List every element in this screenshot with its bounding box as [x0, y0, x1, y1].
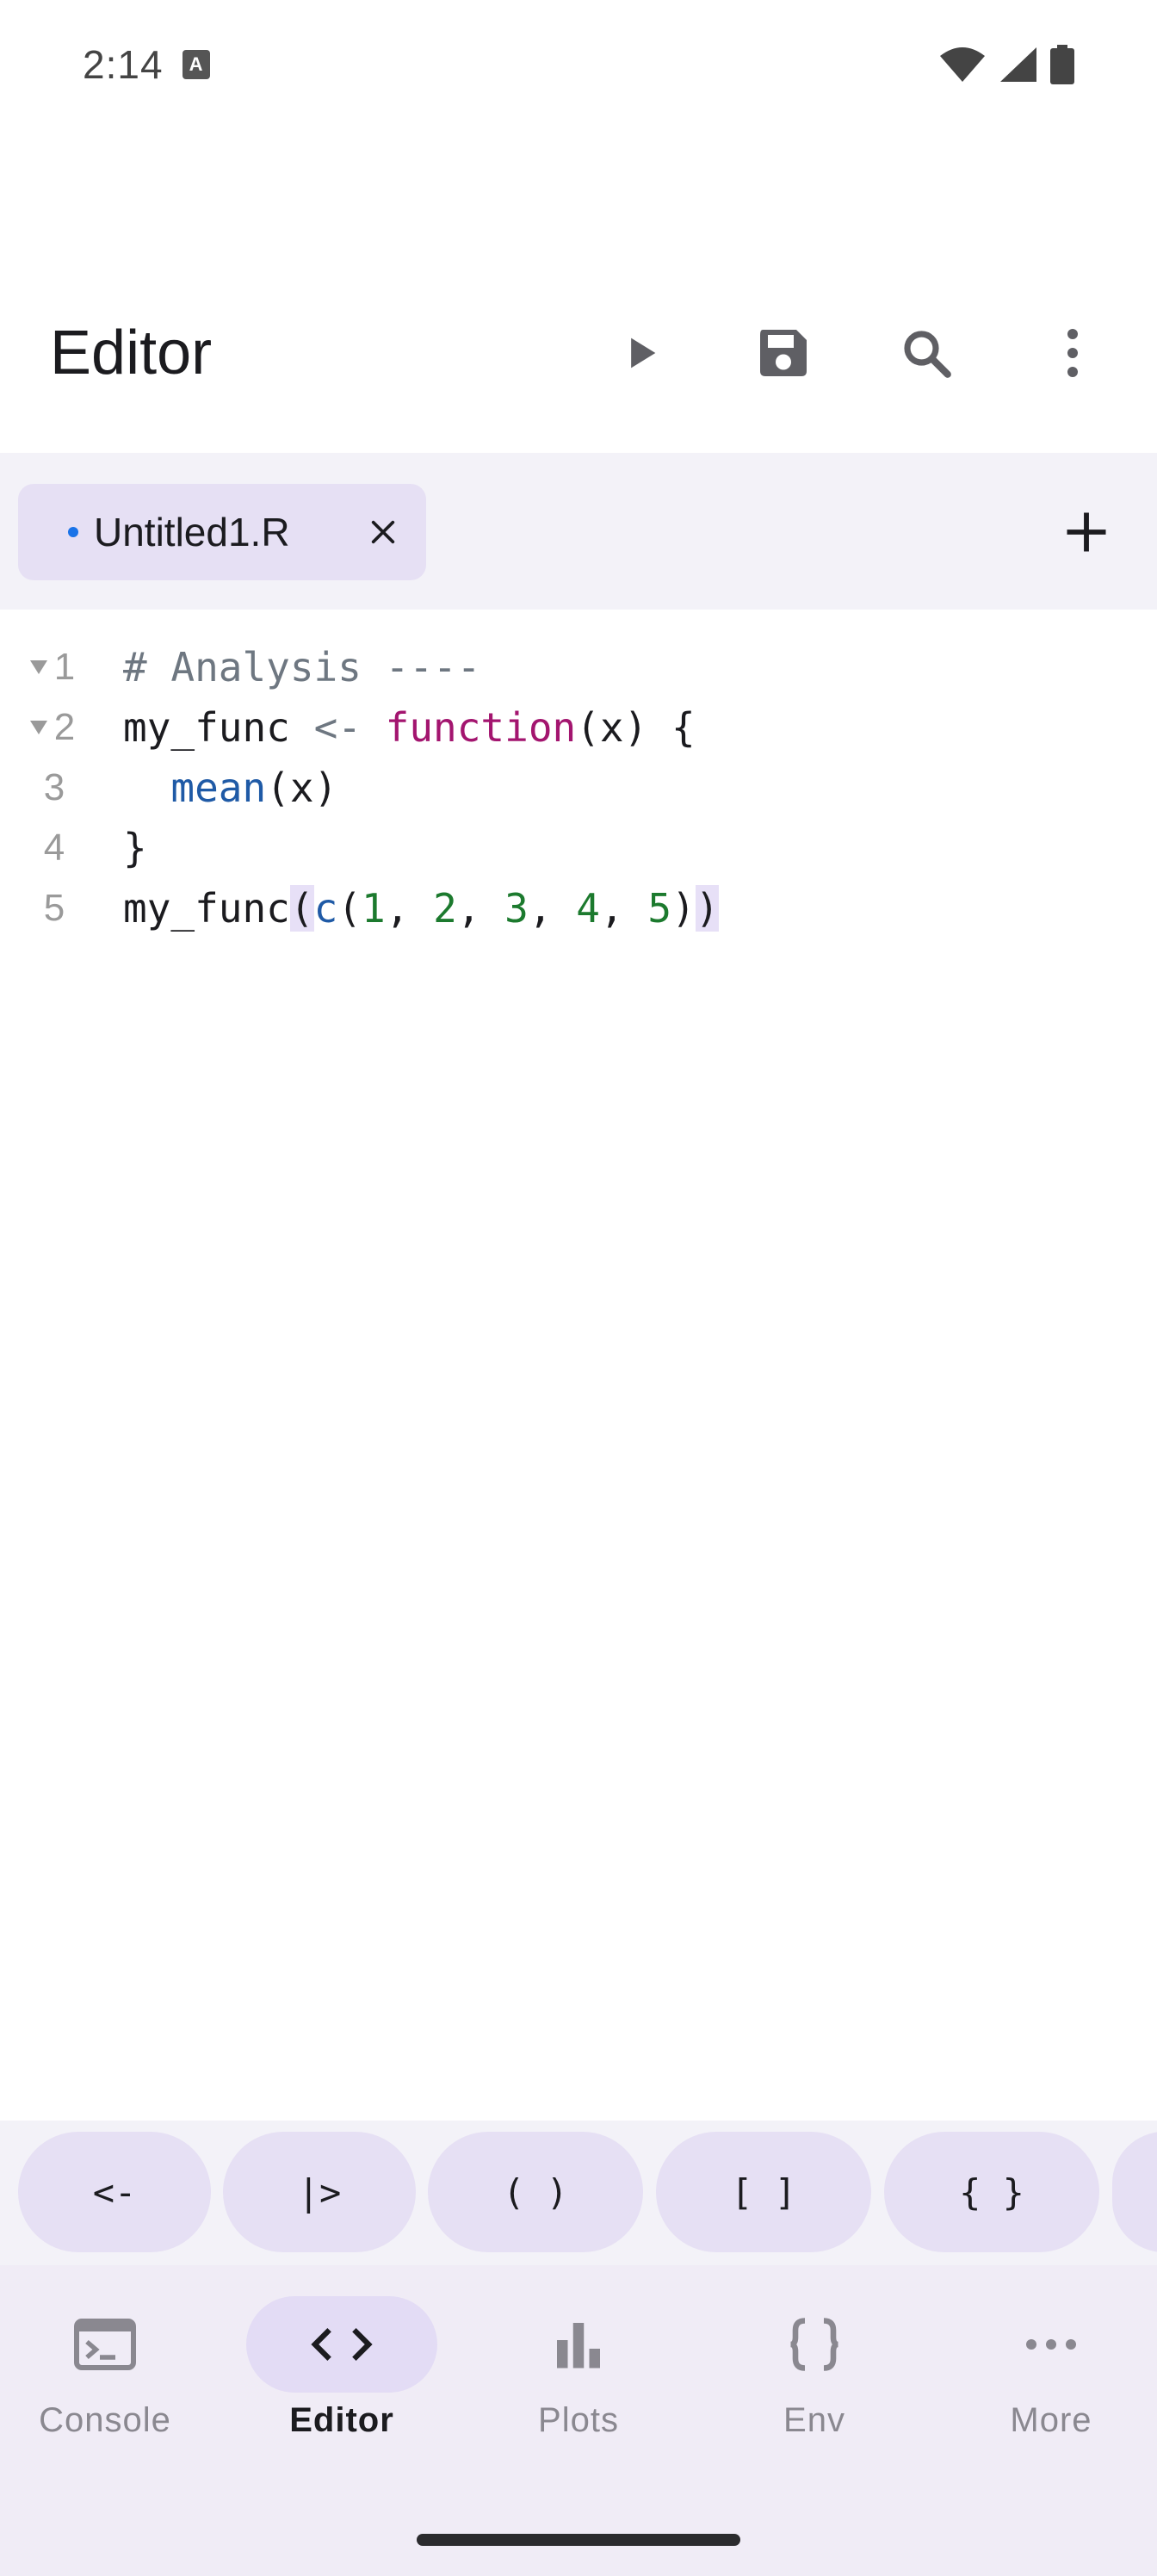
signal-icon: [1000, 47, 1036, 82]
nav-console[interactable]: Console: [10, 2296, 200, 2468]
more-options-button[interactable]: [1038, 319, 1107, 387]
nav-editor[interactable]: Editor: [246, 2296, 437, 2468]
status-time: 2:14: [83, 42, 164, 87]
code-icon: [311, 2327, 373, 2362]
more-vert-icon: [1067, 329, 1078, 377]
nav-pill: [956, 2296, 1147, 2393]
save-icon: [760, 330, 807, 376]
code-line: 1 # Analysis ----: [0, 637, 1157, 697]
file-tab-strip: Untitled1.R: [0, 453, 1157, 610]
bottom-navigation: Console Editor Plots Env More: [0, 2265, 1157, 2576]
code-line: 4 }: [0, 818, 1157, 878]
save-button[interactable]: [749, 319, 818, 387]
insert-pipe-button[interactable]: |>: [223, 2132, 416, 2252]
keyboard-a-icon: A: [182, 50, 210, 79]
app-bar: Editor: [0, 284, 1157, 422]
code-text: my_func(c(1, 2, 3, 4, 5)): [123, 885, 720, 932]
run-icon: [631, 337, 656, 368]
braces-icon: [790, 2318, 838, 2371]
code-text: my_func <- function(x) {: [123, 704, 696, 751]
status-left: 2:14 A: [83, 41, 210, 88]
plus-icon: [1067, 512, 1106, 552]
bar-chart-icon: [557, 2323, 600, 2369]
symbol-chip-overflow[interactable]: [1112, 2132, 1157, 2252]
file-tab-label: Untitled1.R: [94, 510, 290, 554]
line-number: 1: [53, 646, 76, 688]
nav-label: Editor: [289, 2401, 394, 2439]
nav-pill: [719, 2296, 910, 2393]
code-text: }: [123, 825, 147, 871]
gutter: 2: [0, 697, 103, 758]
insert-assign-button[interactable]: <-: [18, 2132, 211, 2252]
status-icons: [938, 45, 1074, 84]
wifi-icon: [940, 47, 985, 82]
battery-icon: [1050, 45, 1074, 84]
code-editor[interactable]: 1 # Analysis ---- 2 my_func <- function(…: [0, 610, 1157, 2121]
insert-braces-button[interactable]: { }: [884, 2132, 1099, 2252]
symbol-bar: <- |> ( ) [ ] { }: [0, 2121, 1157, 2265]
nav-label: More: [1010, 2401, 1092, 2439]
code-line: 5 my_func(c(1, 2, 3, 4, 5)): [0, 878, 1157, 938]
line-number: 5: [43, 887, 65, 929]
home-indicator[interactable]: [417, 2534, 740, 2546]
line-number: 2: [53, 706, 76, 748]
code-text: # Analysis ----: [123, 644, 481, 690]
nav-label: Plots: [538, 2401, 619, 2439]
nav-env[interactable]: Env: [720, 2296, 909, 2468]
code-line: 2 my_func <- function(x) {: [0, 697, 1157, 758]
code-text: mean(x): [170, 765, 338, 811]
new-file-button[interactable]: [1055, 501, 1117, 563]
nav-more[interactable]: More: [956, 2296, 1146, 2468]
insert-parens-button[interactable]: ( ): [428, 2132, 643, 2252]
line-number: 3: [43, 766, 65, 808]
modified-indicator-icon: [68, 527, 78, 537]
gutter: 5: [0, 878, 103, 938]
status-bar: 2:14 A: [0, 0, 1157, 129]
code-line: 3 mean(x): [0, 758, 1157, 818]
nav-pill: [9, 2296, 201, 2393]
nav-pill: [483, 2296, 674, 2393]
gutter: 3: [0, 758, 103, 818]
insert-brackets-button[interactable]: [ ]: [656, 2132, 871, 2252]
nav-label: Console: [39, 2401, 171, 2439]
file-tab-untitled1[interactable]: Untitled1.R: [18, 484, 426, 580]
more-horiz-icon: [1026, 2339, 1076, 2350]
gutter: 4: [0, 818, 103, 878]
nav-label: Env: [783, 2401, 845, 2439]
search-icon: [904, 331, 951, 378]
nav-plots[interactable]: Plots: [484, 2296, 673, 2468]
page-title: Editor: [50, 319, 213, 387]
nav-pill-active: [246, 2296, 437, 2393]
close-icon: [371, 520, 395, 544]
search-button[interactable]: [892, 319, 961, 387]
line-number: 4: [43, 827, 65, 869]
run-button[interactable]: [606, 319, 675, 387]
gutter: 1: [0, 637, 103, 697]
close-tab-button[interactable]: [361, 510, 405, 554]
terminal-icon: [74, 2319, 136, 2370]
